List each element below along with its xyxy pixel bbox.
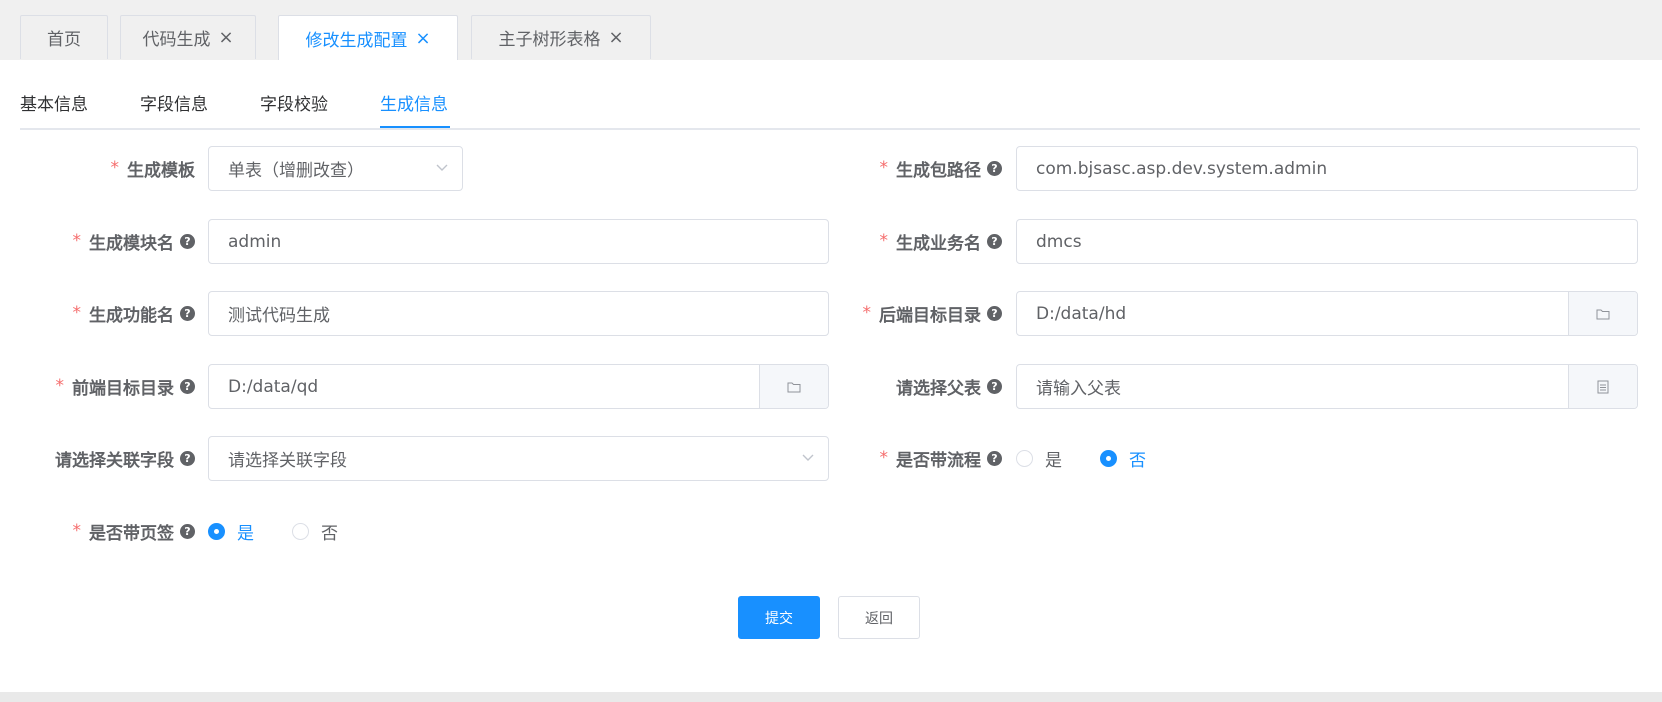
- help-icon[interactable]: ?: [987, 305, 1002, 321]
- with-tabs-radio-group: 是 否: [208, 509, 376, 553]
- required-mark: *: [110, 158, 120, 178]
- help-icon[interactable]: ?: [180, 378, 195, 394]
- package-name-input[interactable]: com.bjsasc.asp.dev.system.admin: [1016, 146, 1638, 191]
- tab-basic-info[interactable]: 基本信息: [20, 90, 88, 130]
- tab-label: 修改生成配置: [305, 30, 408, 51]
- radio-circle: [1016, 449, 1033, 467]
- tpl-category-select[interactable]: 单表（增删改查）: [208, 146, 463, 191]
- required-mark: *: [72, 303, 82, 323]
- close-icon[interactable]: ×: [415, 28, 430, 49]
- radio-circle: [1100, 449, 1117, 467]
- chevron-down-icon: [802, 454, 814, 461]
- tab-gen-info[interactable]: 生成信息: [380, 90, 448, 130]
- backend-path-input[interactable]: D:/data/hd: [1016, 291, 1638, 336]
- required-mark: *: [879, 448, 889, 468]
- module-name-input[interactable]: admin: [208, 219, 829, 264]
- required-mark: *: [55, 376, 65, 396]
- help-icon[interactable]: ?: [987, 233, 1002, 249]
- module-name-label: * 生成模块名 ?: [20, 219, 195, 263]
- help-icon[interactable]: ?: [180, 305, 195, 321]
- config-tabs: 基本信息 字段信息 字段校验 生成信息: [20, 90, 1640, 130]
- help-icon[interactable]: ?: [987, 160, 1002, 176]
- backend-path-label: * 后端目标目录 ?: [830, 291, 1002, 335]
- help-icon[interactable]: ?: [180, 450, 195, 466]
- business-name-input[interactable]: dmcs: [1016, 219, 1638, 264]
- tab-code-gen[interactable]: 代码生成 ×: [120, 15, 256, 59]
- function-name-label: * 生成功能名 ?: [20, 291, 195, 335]
- with-tabs-yes-radio[interactable]: 是: [208, 519, 254, 544]
- required-mark: *: [879, 231, 889, 251]
- frontend-path-input[interactable]: D:/data/qd: [208, 364, 829, 409]
- required-mark: *: [862, 303, 872, 323]
- with-flow-yes-radio[interactable]: 是: [1016, 446, 1062, 471]
- with-flow-no-radio[interactable]: 否: [1100, 446, 1146, 471]
- close-icon[interactable]: ×: [608, 27, 623, 48]
- with-tabs-no-radio[interactable]: 否: [292, 519, 338, 544]
- function-name-input[interactable]: 测试代码生成: [208, 291, 829, 336]
- relation-field-label: 请选择关联字段 ?: [20, 436, 195, 480]
- tab-field-validation[interactable]: 字段校验: [260, 90, 328, 130]
- help-icon[interactable]: ?: [987, 378, 1002, 394]
- tab-label: 主子树形表格: [498, 30, 601, 50]
- close-icon[interactable]: ×: [218, 27, 233, 48]
- with-flow-radio-group: 是 否: [1016, 436, 1184, 480]
- required-mark: *: [72, 521, 82, 541]
- package-name-label: * 生成包路径 ?: [830, 146, 1002, 190]
- back-button[interactable]: 返回: [838, 596, 920, 639]
- active-tab-indicator: [380, 126, 450, 128]
- radio-circle: [292, 522, 309, 540]
- tab-label: 代码生成: [142, 30, 211, 50]
- business-name-label: * 生成业务名 ?: [830, 219, 1002, 263]
- tpl-category-label: * 生成模板: [110, 158, 196, 181]
- with-tabs-label: * 是否带页签 ?: [20, 509, 195, 553]
- help-icon[interactable]: ?: [180, 233, 195, 249]
- folder-icon: [1596, 309, 1610, 319]
- tab-master-detail-tree[interactable]: 主子树形表格 ×: [471, 15, 651, 59]
- tab-label: 首页: [47, 30, 81, 50]
- required-mark: *: [72, 231, 82, 251]
- parent-table-label: 请选择父表 ?: [830, 364, 1002, 408]
- browse-folder-button[interactable]: [1568, 292, 1637, 335]
- select-table-button[interactable]: [1568, 365, 1637, 408]
- document-icon: [1597, 380, 1609, 393]
- tags-view-bar: 首页 代码生成 × 修改生成配置 × 主子树形表格 ×: [0, 0, 1662, 60]
- chevron-down-icon: [436, 164, 448, 171]
- tab-home[interactable]: 首页: [20, 15, 108, 59]
- relation-field-select[interactable]: 请选择关联字段: [208, 436, 829, 481]
- frontend-path-label: * 前端目标目录 ?: [20, 364, 195, 408]
- bottom-divider: [0, 692, 1662, 702]
- tab-edit-gen-config[interactable]: 修改生成配置 ×: [278, 15, 458, 60]
- radio-circle: [208, 522, 225, 540]
- browse-folder-button[interactable]: [759, 365, 828, 408]
- tab-field-info[interactable]: 字段信息: [140, 90, 208, 130]
- required-mark: *: [879, 158, 889, 178]
- folder-icon: [787, 382, 801, 392]
- parent-table-input[interactable]: 请输入父表: [1016, 364, 1638, 409]
- with-flow-label: * 是否带流程 ?: [830, 436, 1002, 480]
- help-icon[interactable]: ?: [180, 523, 195, 539]
- help-icon[interactable]: ?: [987, 450, 1002, 466]
- submit-button[interactable]: 提交: [738, 596, 820, 639]
